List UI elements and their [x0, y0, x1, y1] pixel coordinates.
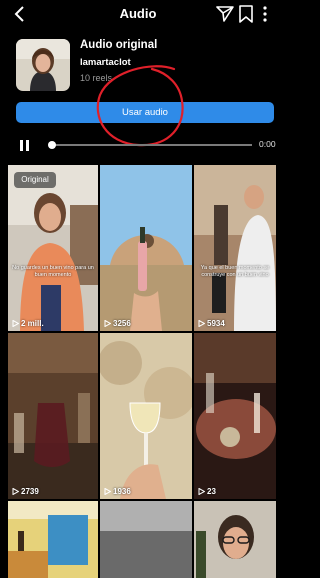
- bookmark-icon[interactable]: [238, 5, 254, 23]
- reel-thumbnail: [100, 501, 192, 578]
- reel-tile[interactable]: 1936: [100, 333, 192, 499]
- reels-count: 10 reels: [80, 73, 113, 83]
- view-count-value: 23: [207, 487, 216, 496]
- view-count: 23: [198, 487, 216, 496]
- playback-time: 0:00: [259, 139, 276, 149]
- audio-player: 0:00: [0, 134, 276, 156]
- use-audio-button[interactable]: Usar audio: [16, 102, 274, 123]
- view-count-value: 1936: [113, 487, 131, 496]
- audio-thumbnail[interactable]: [16, 39, 70, 91]
- reel-tile[interactable]: [100, 501, 192, 578]
- view-count: 1936: [104, 487, 131, 496]
- play-icon: [198, 487, 206, 496]
- reel-thumbnail: [8, 501, 98, 578]
- play-icon: [12, 487, 20, 496]
- reel-thumbnail: [8, 165, 98, 331]
- view-count: 3256: [104, 319, 131, 328]
- reels-grid: Original No guardes un buen vino para un…: [0, 165, 276, 578]
- view-count-value: 2739: [21, 487, 39, 496]
- audio-title: Audio original: [80, 39, 158, 51]
- reel-thumbnail: [100, 333, 192, 499]
- send-icon[interactable]: [216, 5, 234, 23]
- reel-thumbnail: [8, 333, 98, 499]
- reel-caption: Ya que el buen momento se construye con …: [200, 265, 270, 278]
- view-count-value: 2 mill.: [21, 319, 44, 328]
- progress-track[interactable]: [52, 144, 252, 146]
- reel-thumbnail: [100, 165, 192, 331]
- view-count-value: 5934: [207, 319, 225, 328]
- progress-handle[interactable]: [48, 141, 56, 149]
- reel-tile[interactable]: 23: [194, 333, 276, 499]
- top-bar: Audio: [0, 0, 276, 30]
- original-badge: Original: [14, 172, 56, 188]
- page-title: Audio: [119, 6, 157, 21]
- view-count: 2739: [12, 487, 39, 496]
- view-count-value: 3256: [113, 319, 131, 328]
- reel-tile[interactable]: Ya que el buen momento se construye con …: [194, 165, 276, 331]
- reel-tile[interactable]: 3256: [100, 165, 192, 331]
- reel-caption: No guardes un buen vino para un buen mom…: [12, 265, 94, 278]
- pause-icon[interactable]: [20, 140, 30, 151]
- play-icon: [12, 319, 20, 328]
- reel-tile[interactable]: 2739: [8, 333, 98, 499]
- audio-username[interactable]: lamartaclot: [80, 57, 131, 68]
- play-icon: [104, 487, 112, 496]
- reel-tile[interactable]: [8, 501, 98, 578]
- more-options-icon[interactable]: [258, 5, 272, 23]
- reel-thumbnail: [194, 501, 276, 578]
- reel-thumbnail: [194, 333, 276, 499]
- view-count: 5934: [198, 319, 225, 328]
- play-icon: [104, 319, 112, 328]
- play-icon: [198, 319, 206, 328]
- reel-tile[interactable]: Original No guardes un buen vino para un…: [8, 165, 98, 331]
- view-count: 2 mill.: [12, 319, 44, 328]
- reel-tile[interactable]: [194, 501, 276, 578]
- reel-thumbnail: [194, 165, 276, 331]
